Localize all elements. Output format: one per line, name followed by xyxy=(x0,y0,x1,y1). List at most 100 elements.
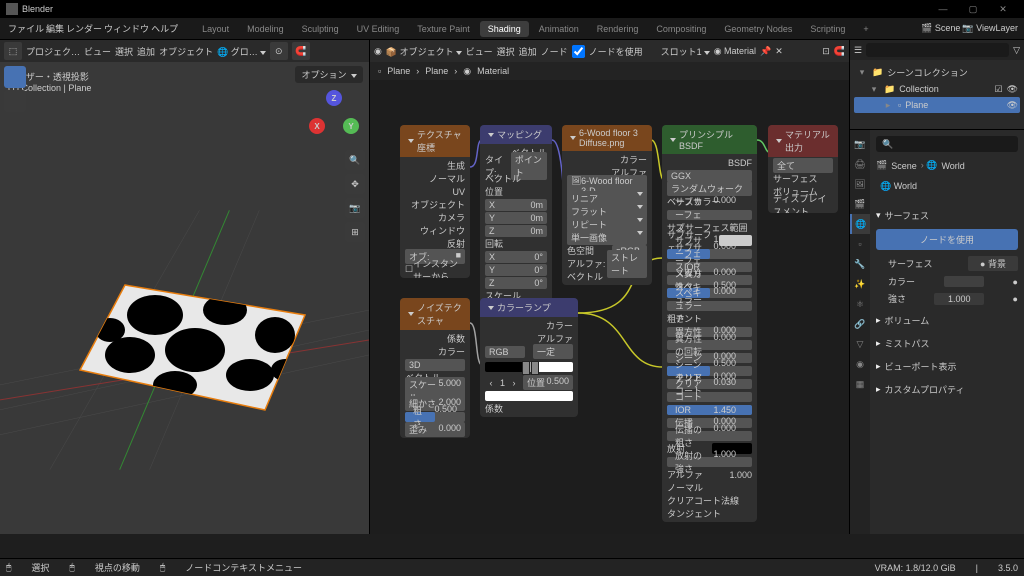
texture-tab[interactable]: ▦ xyxy=(850,374,870,394)
outliner-type-icon[interactable]: ☰ xyxy=(854,45,862,56)
color-ramp-gradient[interactable] xyxy=(485,362,573,372)
particle-tab[interactable]: ✨ xyxy=(850,274,870,294)
object-tab[interactable]: ▫ xyxy=(850,234,870,254)
data-tab[interactable]: ▽ xyxy=(850,334,870,354)
zoom-icon[interactable]: 🔍 xyxy=(345,150,365,170)
aniso-rot-slider[interactable]: 異方性の回転0.000 xyxy=(667,340,752,350)
surface-in[interactable]: サーフェス xyxy=(773,173,833,184)
axis-z-icon[interactable]: Z xyxy=(326,90,342,106)
source-dropdown[interactable]: 単一画像 xyxy=(567,230,647,245)
node-texture-coord[interactable]: テクスチャ座標 生成 ノーマル UV オブジェクト カメラ ウィンドウ 反射 オ… xyxy=(400,125,470,278)
menu-window[interactable]: ウィンドウ xyxy=(104,22,149,35)
vp-object[interactable]: オブジェクト xyxy=(159,45,213,58)
surface-section[interactable]: ▾ サーフェス xyxy=(876,206,1018,225)
menu-help[interactable]: ヘルプ xyxy=(151,22,178,35)
ramp-color-swatch[interactable] xyxy=(485,391,573,401)
rot-x[interactable]: X0° xyxy=(485,251,547,263)
scene-selector[interactable]: 🎬 Scene xyxy=(921,23,960,34)
socket-out-color[interactable]: カラー xyxy=(567,154,647,165)
vp-select[interactable]: 選択 xyxy=(115,45,133,58)
workspace-tab[interactable]: Scripting xyxy=(802,21,853,37)
outliner-search[interactable] xyxy=(866,43,1009,57)
persp-icon[interactable]: ⊞ xyxy=(345,222,365,242)
filter-icon[interactable]: ▽ xyxy=(1013,45,1020,56)
object-mode-dropdown[interactable]: 📦 オブジェクト xyxy=(386,45,462,58)
strength-value[interactable]: 1.000 xyxy=(934,293,984,305)
loc-z[interactable]: Z0m xyxy=(485,225,547,237)
instancer-check[interactable]: インスタンサーから xyxy=(413,257,465,279)
workspace-tab[interactable]: Compositing xyxy=(648,21,714,37)
loc-y[interactable]: Y0m xyxy=(485,212,547,224)
socket-out[interactable]: 反射 xyxy=(405,238,465,249)
pin-icon[interactable]: 📌 xyxy=(760,46,771,57)
socket-out-color[interactable]: カラー xyxy=(485,320,573,331)
eye-icon[interactable]: 👁 xyxy=(1007,100,1018,111)
ne-select[interactable]: 選択 xyxy=(497,45,515,58)
eye-icon[interactable]: 👁 xyxy=(1007,84,1018,95)
rough-slider[interactable]: 粗さ0.500 xyxy=(405,412,465,422)
ramp-prev[interactable]: ‹ xyxy=(485,378,497,388)
ne-node[interactable]: ノード xyxy=(541,45,568,58)
menu-render[interactable]: レンダー xyxy=(66,22,102,35)
plane-row[interactable]: ▸▫Plane👁 xyxy=(854,97,1020,113)
pos-field[interactable]: 位置 0.500 xyxy=(523,375,573,390)
node-color-ramp[interactable]: カラーランプ カラー アルファ RGB一定 ‹1›位置 0.500 係数 xyxy=(480,298,578,417)
socket-in[interactable]: ベクトル xyxy=(485,173,547,184)
material-dropdown[interactable]: ◉ Material xyxy=(714,46,756,57)
axis-y-icon[interactable]: Y xyxy=(343,118,359,134)
node-principled-bsdf[interactable]: プリンシプルBSDF BSDF GGX ランダムウォーク ベースカラー サブサー… xyxy=(662,125,757,522)
dist-dropdown[interactable]: GGX xyxy=(667,170,752,182)
normal-in[interactable]: ノーマル xyxy=(667,482,752,493)
vp-add[interactable]: 追加 xyxy=(137,45,155,58)
surface-value[interactable]: ● 背景 xyxy=(968,256,1018,271)
subsurf-method[interactable]: ランダムウォーク xyxy=(667,181,752,196)
world-color-swatch[interactable] xyxy=(944,276,984,287)
node-image-texture[interactable]: 6-Wood floor 3 Diffuse.png カラー アルファ 🖼 6-… xyxy=(562,125,652,285)
collection-row[interactable]: ▾📁Collection☑👁 xyxy=(854,81,1020,97)
vp-view[interactable]: ビュー xyxy=(84,45,111,58)
use-nodes-checkbox[interactable] xyxy=(572,45,585,58)
props-search[interactable]: 🔍 xyxy=(876,136,1018,152)
minimize-button[interactable]: — xyxy=(928,4,958,14)
socket-out-color[interactable]: カラー xyxy=(405,346,465,357)
trans-r-slider[interactable]: 伝播の粗さ0.000 xyxy=(667,431,752,441)
scene-collection-row[interactable]: ▾📁シーンコレクション xyxy=(854,64,1020,81)
dim-dropdown[interactable]: 3D xyxy=(405,359,465,371)
snap-icon[interactable]: 🧲 xyxy=(834,46,845,57)
socket-out[interactable]: ノーマル xyxy=(405,173,465,184)
viewlayer-tab[interactable]: 🖼 xyxy=(850,174,870,194)
close-icon[interactable]: ✕ xyxy=(775,46,783,57)
workspace-tab[interactable]: Rendering xyxy=(589,21,647,37)
use-nodes-button[interactable]: ノードを使用 xyxy=(876,229,1018,250)
node-noise-texture[interactable]: ノイズテクスチャ 係数 カラー 3D ベクトル スケール5.000 細かさ2.0… xyxy=(400,298,470,438)
target-dropdown[interactable]: 全て xyxy=(773,158,833,173)
volume-section[interactable]: ▸ ボリューム xyxy=(876,311,1018,330)
workspace-tab[interactable]: Texture Paint xyxy=(409,21,478,37)
clearcoat-r-slider[interactable]: クリアコートの粗さ0.030 xyxy=(667,392,752,402)
close-button[interactable]: ✕ xyxy=(988,4,1018,15)
node-material-output[interactable]: マテリアル出力 全て サーフェス ボリューム ディスプレイスメント xyxy=(768,125,838,213)
workspace-tab-active[interactable]: Shading xyxy=(480,21,529,37)
menu-edit[interactable]: 編集 xyxy=(46,22,64,35)
socket-out[interactable]: カメラ xyxy=(405,212,465,223)
crumb-object[interactable]: Plane xyxy=(387,66,410,76)
workspace-tab[interactable]: Modeling xyxy=(239,21,292,37)
socket-out-bsdf[interactable]: BSDF xyxy=(667,157,752,168)
workspace-tab[interactable]: Sculpting xyxy=(294,21,347,37)
world-dropdown[interactable]: 🌐 World xyxy=(876,179,1018,194)
viewport-display-section[interactable]: ▸ ビューポート表示 xyxy=(876,357,1018,376)
plane-object[interactable] xyxy=(75,275,315,415)
node-editor[interactable]: ◉ 📦 オブジェクト ビュー 選択 追加 ノード ノードを使用 スロット1 ◉ … xyxy=(370,40,849,534)
axis-x-icon[interactable]: X xyxy=(309,118,325,134)
socket-out[interactable]: ウィンドウ xyxy=(405,225,465,236)
viewport-options[interactable]: オプション xyxy=(295,66,363,83)
ne-view[interactable]: ビュー xyxy=(466,45,493,58)
material-tab[interactable]: ◉ xyxy=(850,354,870,374)
constraint-tab[interactable]: 🔗 xyxy=(850,314,870,334)
modifier-tab[interactable]: 🔧 xyxy=(850,254,870,274)
world-tab[interactable]: 🌐 xyxy=(850,214,870,234)
workspace-tab[interactable]: UV Editing xyxy=(349,21,408,37)
ne-add[interactable]: 追加 xyxy=(519,45,537,58)
socket-out[interactable]: 生成 xyxy=(405,160,465,171)
workspace-tab[interactable]: Animation xyxy=(531,21,587,37)
